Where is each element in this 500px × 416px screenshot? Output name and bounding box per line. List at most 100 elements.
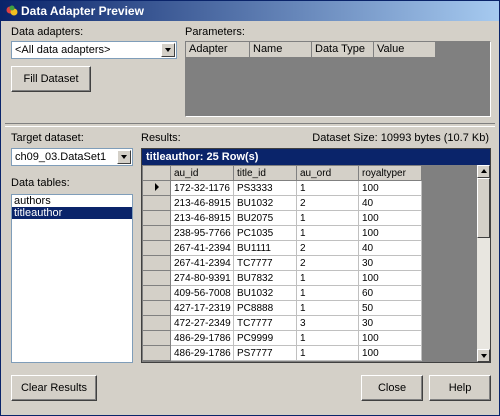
cell[interactable]: 60 <box>358 285 422 301</box>
cell[interactable]: TC7777 <box>233 315 297 331</box>
cell[interactable]: 30 <box>358 315 422 331</box>
scroll-down-icon[interactable] <box>477 349 490 362</box>
app-icon <box>6 5 18 16</box>
row-header[interactable] <box>142 255 171 271</box>
param-col-value[interactable]: Value <box>374 42 436 58</box>
cell[interactable]: 1 <box>296 345 359 361</box>
row-header[interactable] <box>142 240 171 256</box>
help-button[interactable]: Help <box>429 375 491 401</box>
table-row[interactable]: 486-29-1786 PC9999 1 100 <box>142 330 422 346</box>
fill-dataset-button[interactable]: Fill Dataset <box>11 66 91 92</box>
parameters-grid[interactable]: Adapter Name Data Type Value <box>185 41 491 117</box>
table-row[interactable]: 238-95-7766 PC1035 1 100 <box>142 225 422 241</box>
cell[interactable]: 1 <box>296 270 359 286</box>
cell[interactable]: 1 <box>296 225 359 241</box>
col-header-au-ord[interactable]: au_ord <box>296 165 359 181</box>
cell[interactable]: 100 <box>358 330 422 346</box>
cell[interactable]: 486-29-1786 <box>170 330 234 346</box>
cell[interactable]: 1 <box>296 300 359 316</box>
cell[interactable]: 427-17-2319 <box>170 300 234 316</box>
cell[interactable]: 213-46-8915 <box>170 195 234 211</box>
row-header[interactable] <box>142 195 171 211</box>
cell[interactable]: PS3333 <box>233 180 297 196</box>
cell[interactable]: PC8888 <box>233 300 297 316</box>
cell[interactable]: 172-32-1176 <box>170 180 234 196</box>
table-row[interactable]: 486-29-1786 PS7777 1 100 <box>142 345 422 361</box>
cell[interactable]: 100 <box>358 225 422 241</box>
divider <box>5 123 495 127</box>
cell[interactable]: 472-27-2349 <box>170 315 234 331</box>
chevron-down-icon[interactable] <box>117 150 131 164</box>
param-col-name[interactable]: Name <box>250 42 312 58</box>
data-table-item-titleauthor[interactable]: titleauthor <box>12 207 132 219</box>
table-row[interactable]: 213-46-8915 BU2075 1 100 <box>142 210 422 226</box>
cell[interactable]: 1 <box>296 210 359 226</box>
row-header[interactable] <box>142 225 171 241</box>
cell[interactable]: 100 <box>358 270 422 286</box>
cell[interactable]: BU1032 <box>233 285 297 301</box>
cell[interactable]: PC1035 <box>233 225 297 241</box>
cell[interactable]: 1 <box>296 330 359 346</box>
cell[interactable]: BU2075 <box>233 210 297 226</box>
data-tables-list[interactable]: authors titleauthor <box>11 194 133 363</box>
cell[interactable]: 274-80-9391 <box>170 270 234 286</box>
table-row[interactable]: 267-41-2394 TC7777 2 30 <box>142 255 422 271</box>
row-header[interactable] <box>142 210 171 226</box>
col-header-au-id[interactable]: au_id <box>170 165 234 181</box>
table-row[interactable]: 409-56-7008 BU1032 1 60 <box>142 285 422 301</box>
table-row[interactable]: 274-80-9391 BU7832 1 100 <box>142 270 422 286</box>
cell[interactable]: BU1032 <box>233 195 297 211</box>
table-row[interactable]: 172-32-1176 PS3333 1 100 <box>142 180 422 196</box>
cell[interactable]: PC9999 <box>233 330 297 346</box>
col-header-royaltyper[interactable]: royaltyper <box>358 165 422 181</box>
cell[interactable]: 213-46-8915 <box>170 210 234 226</box>
cell[interactable]: 40 <box>358 240 422 256</box>
row-header[interactable] <box>142 300 171 316</box>
row-header[interactable] <box>142 270 171 286</box>
row-header[interactable] <box>142 285 171 301</box>
row-header[interactable] <box>142 330 171 346</box>
cell[interactable]: 50 <box>358 300 422 316</box>
cell[interactable]: TC7777 <box>233 255 297 271</box>
table-row[interactable]: 427-17-2319 PC8888 1 50 <box>142 300 422 316</box>
row-header[interactable] <box>142 315 171 331</box>
cell[interactable]: 1 <box>296 285 359 301</box>
cell[interactable]: BU7832 <box>233 270 297 286</box>
col-header-title-id[interactable]: title_id <box>233 165 297 181</box>
cell[interactable]: 2 <box>296 195 359 211</box>
chevron-down-icon[interactable] <box>161 43 175 57</box>
cell[interactable]: BU1111 <box>233 240 297 256</box>
cell[interactable]: 100 <box>358 210 422 226</box>
table-row[interactable]: 267-41-2394 BU1111 2 40 <box>142 240 422 256</box>
param-col-adapter[interactable]: Adapter <box>186 42 250 58</box>
data-adapters-label: Data adapters: <box>11 26 84 38</box>
close-button[interactable]: Close <box>361 375 423 401</box>
cell[interactable]: 100 <box>358 180 422 196</box>
data-adapters-dropdown[interactable]: <All data adapters> <box>11 41 177 59</box>
results-scrollbar[interactable] <box>477 165 490 362</box>
cell[interactable]: 267-41-2394 <box>170 255 234 271</box>
target-dataset-dropdown[interactable]: ch09_03.DataSet1 <box>11 148 133 166</box>
scroll-thumb[interactable] <box>477 178 490 238</box>
row-header[interactable] <box>142 345 171 361</box>
cell[interactable]: 238-95-7766 <box>170 225 234 241</box>
cell[interactable]: 486-29-1786 <box>170 345 234 361</box>
cell[interactable]: 409-56-7008 <box>170 285 234 301</box>
results-grid[interactable]: titleauthor: 25 Row(s) au_id title_id au… <box>141 148 491 363</box>
cell[interactable]: 40 <box>358 195 422 211</box>
cell[interactable]: PS7777 <box>233 345 297 361</box>
table-row[interactable]: 213-46-8915 BU1032 2 40 <box>142 195 422 211</box>
cell[interactable]: 267-41-2394 <box>170 240 234 256</box>
param-col-datatype[interactable]: Data Type <box>312 42 374 58</box>
scroll-up-icon[interactable] <box>477 165 490 178</box>
cell[interactable]: 1 <box>296 180 359 196</box>
clear-results-button[interactable]: Clear Results <box>11 375 97 401</box>
data-table-item-authors[interactable]: authors <box>12 195 132 207</box>
cell[interactable]: 3 <box>296 315 359 331</box>
cell[interactable]: 2 <box>296 255 359 271</box>
table-row[interactable]: 472-27-2349 TC7777 3 30 <box>142 315 422 331</box>
results-label: Results: <box>141 132 181 144</box>
cell[interactable]: 2 <box>296 240 359 256</box>
cell[interactable]: 100 <box>358 345 422 361</box>
cell[interactable]: 30 <box>358 255 422 271</box>
